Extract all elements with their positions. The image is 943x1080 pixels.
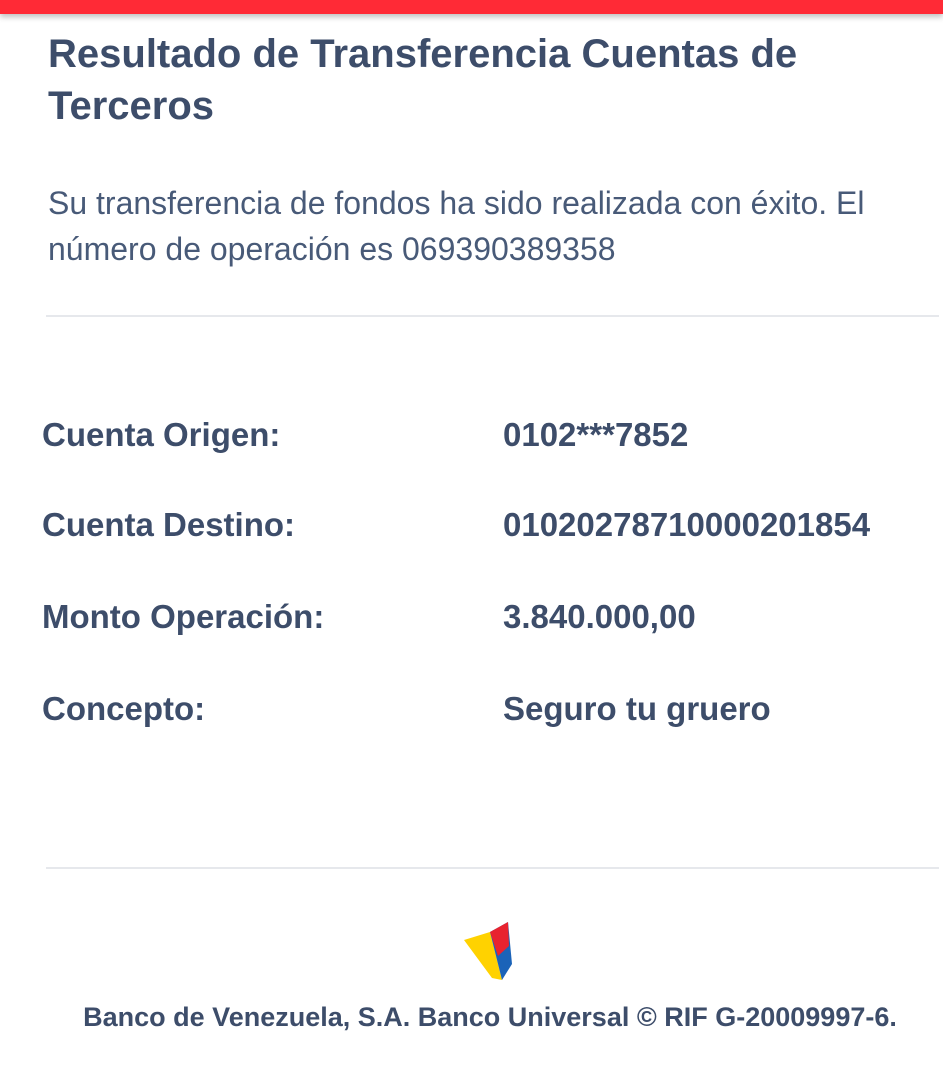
detail-row-cuenta-destino: Cuenta Destino: 01020278710000201854 [42, 503, 942, 547]
divider-top [46, 315, 939, 317]
detail-label: Monto Operación: [42, 598, 325, 635]
divider-bottom [46, 867, 939, 869]
detail-value: 3.840.000,00 [503, 598, 696, 635]
footer-legal-text: Banco de Venezuela, S.A. Banco Universal… [83, 1002, 897, 1032]
detail-label: Cuenta Origen: [42, 416, 281, 453]
result-message: Su transferencia de fondos ha sido reali… [48, 185, 865, 267]
detail-value: Seguro tu gruero [503, 690, 771, 727]
bank-logo-icon [464, 922, 512, 980]
detail-value: 01020278710000201854 [503, 506, 871, 543]
detail-label: Cuenta Destino: [42, 506, 296, 543]
top-accent-bar [0, 0, 943, 14]
detail-row-monto-operacion: Monto Operación: 3.840.000,00 [42, 595, 942, 639]
detail-row-concepto: Concepto: Seguro tu gruero [42, 687, 942, 731]
detail-label: Concepto: [42, 690, 206, 727]
detail-value: 0102***7852 [503, 416, 689, 453]
page-title: Resultado de Transferencia Cuentas de Te… [48, 32, 798, 128]
detail-row-cuenta-origen: Cuenta Origen: 0102***7852 [42, 413, 942, 457]
